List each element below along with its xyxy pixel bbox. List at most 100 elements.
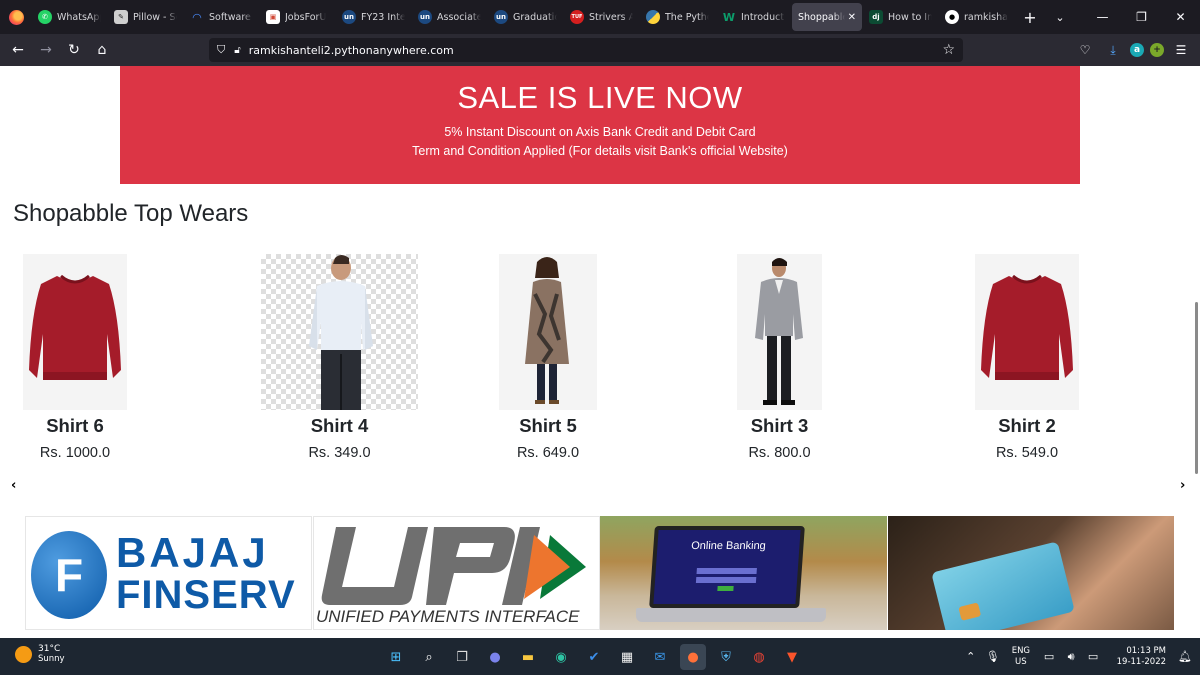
network-icon[interactable]: ▭ [1038, 650, 1060, 663]
edge-icon[interactable]: ◉ [548, 644, 574, 670]
todo-icon[interactable]: ✔ [581, 644, 607, 670]
toolbar-right: ♡ ⤓ a + ☰ [1074, 36, 1192, 64]
list-all-tabs-chevron-icon[interactable]: ⌄ [1045, 11, 1075, 24]
forward-arrow-icon[interactable]: → [32, 36, 60, 64]
upi-tagline: UNIFIED PAYMENTS INTERFACE [316, 607, 580, 626]
product-price: Rs. 1000.0 [39, 445, 111, 461]
carousel-prev-chevron-icon[interactable]: ‹ [11, 478, 16, 493]
weather-condition: Sunny [38, 654, 65, 664]
weather-widget[interactable]: 31°C Sunny [15, 644, 65, 664]
card-payment-photo [888, 516, 1174, 630]
page-content: SALE IS LIVE NOW 5% Instant Discount on … [0, 66, 1200, 638]
back-arrow-icon[interactable]: ← [4, 36, 32, 64]
brave-icon[interactable]: ▼ [779, 644, 805, 670]
product-name[interactable]: Shirt 4 [261, 415, 418, 437]
product-image[interactable] [499, 254, 597, 410]
tab-software[interactable]: ◠ Software Engineer [184, 3, 259, 31]
battery-icon[interactable]: ▭ [1082, 650, 1104, 663]
tab-associate[interactable]: un Associate [412, 3, 487, 31]
carousel-next-chevron-icon[interactable]: › [1180, 478, 1185, 493]
product-card[interactable]: Shirt 6 Rs. 1000.0 [23, 254, 127, 461]
login-button [717, 586, 734, 591]
home-icon[interactable]: ⌂ [88, 36, 116, 64]
section-title: Shopabble Top Wears [13, 200, 249, 227]
firefox-menu-icon[interactable] [0, 0, 32, 34]
product-price: Rs. 649.0 [516, 445, 580, 461]
page-scrollbar[interactable] [1195, 302, 1198, 474]
tab-strivers[interactable]: TUF Strivers A2Z [564, 3, 639, 31]
clock-time: 01:13 PM [1126, 645, 1167, 656]
show-hidden-icons-chevron-icon[interactable]: ⌃ [960, 650, 982, 663]
product-card[interactable]: Shirt 5 Rs. 649.0 [499, 254, 597, 461]
new-tab-button[interactable]: + [1015, 8, 1045, 27]
shield-icon[interactable]: ⛉ [217, 43, 225, 57]
unstop-icon: un [494, 10, 508, 24]
mail-icon[interactable]: ✉ [647, 644, 673, 670]
task-view-icon[interactable]: ❐ [449, 644, 475, 670]
address-bar[interactable]: ⛉ 🔓︎ ramkishanteli2.pythonanywhere.com ☆ [209, 38, 963, 62]
credit-card [931, 541, 1075, 630]
notification-bell-icon[interactable]: 🔔︎ [1178, 650, 1192, 663]
product-card[interactable]: Shirt 2 Rs. 549.0 [975, 254, 1079, 461]
downloads-icon[interactable]: ⤓ [1102, 36, 1124, 64]
jobs-icon: ▣ [266, 10, 280, 24]
url-text[interactable]: ramkishanteli2.pythonanywhere.com [249, 44, 454, 57]
product-name[interactable]: Shirt 2 [975, 415, 1079, 437]
reload-icon[interactable]: ↻ [60, 36, 88, 64]
product-card[interactable]: Shirt 4 Rs. 349.0 [261, 254, 418, 461]
tab-python[interactable]: The Python [640, 3, 715, 31]
tab-shoppable[interactable]: Shoppable ✕ [792, 3, 862, 31]
tab-whatsapp[interactable]: ✆ WhatsApp [32, 3, 107, 31]
close-window-icon[interactable]: ✕ [1161, 0, 1200, 34]
restore-icon[interactable]: ❐ [1122, 0, 1161, 34]
teams-chat-icon[interactable]: ● [482, 644, 508, 670]
product-name[interactable]: Shirt 3 [737, 415, 822, 437]
volume-icon[interactable]: 🔊︎ [1060, 650, 1082, 664]
pocket-icon[interactable]: ♡ [1074, 36, 1096, 64]
search-icon[interactable]: ⌕ [416, 644, 442, 670]
windows-start-icon[interactable]: ⊞ [383, 644, 409, 670]
language-indicator[interactable]: ENG US [1012, 646, 1030, 668]
bookmark-star-icon[interactable]: ☆ [942, 42, 955, 58]
temperature: 31°C [38, 644, 61, 654]
product-name[interactable]: Shirt 5 [499, 415, 597, 437]
taskbar-apps: ⊞ ⌕ ❐ ● ▬ ◉ ✔ ▦ ✉ ● ⛨ ◍ ▼ [383, 644, 805, 670]
browser-tab-strip: ✆ WhatsApp ✎ Pillow - Segment ◠ Software… [0, 0, 1200, 34]
tab-close-icon[interactable]: ✕ [845, 12, 856, 23]
tab-jobsforu[interactable]: ▣ JobsForU [260, 3, 335, 31]
django-icon: dj [869, 10, 883, 24]
product-image[interactable] [23, 254, 127, 410]
product-image[interactable] [261, 254, 418, 410]
language-code: ENG [1011, 645, 1031, 656]
card-chip-icon [958, 602, 982, 621]
product-image[interactable] [737, 254, 822, 410]
menu-hamburger-icon[interactable]: ☰ [1170, 36, 1192, 64]
vscode-shield-icon[interactable]: ⛨ [713, 644, 739, 670]
tab-pillow[interactable]: ✎ Pillow - Segment [108, 3, 183, 31]
tab-github[interactable]: ● ramkishanteli [939, 3, 1014, 31]
extension-icon[interactable]: + [1150, 43, 1164, 57]
sale-banner: SALE IS LIVE NOW 5% Instant Discount on … [120, 66, 1080, 184]
firefox-taskbar-icon[interactable]: ● [680, 644, 706, 670]
microphone-icon[interactable]: 🎙︎ [982, 650, 1004, 663]
product-image[interactable] [975, 254, 1079, 410]
store-icon[interactable]: ▦ [614, 644, 640, 670]
chrome-icon[interactable]: ◍ [746, 644, 772, 670]
minimize-icon[interactable]: — [1083, 0, 1122, 34]
lock-warning-icon[interactable]: 🔓︎ [234, 45, 240, 56]
file-explorer-icon[interactable]: ▬ [515, 644, 541, 670]
clock[interactable]: 01:13 PM 19-11-2022 [1116, 646, 1166, 668]
software-icon: ◠ [192, 10, 202, 24]
bajaj-wordmark-line2: FINSERV [116, 573, 296, 617]
tab-how-to-install[interactable]: dj How to Install [863, 3, 938, 31]
account-icon[interactable]: a [1130, 43, 1144, 57]
product-card[interactable]: Shirt 3 Rs. 800.0 [737, 254, 822, 461]
laptop-screen: Online Banking [649, 526, 805, 608]
tab-fy23[interactable]: un FY23 Internship [336, 3, 411, 31]
product-price: Rs. 549.0 [995, 445, 1059, 461]
python-icon [646, 10, 660, 24]
tab-graduation[interactable]: un Graduation [488, 3, 563, 31]
product-price: Rs. 800.0 [748, 445, 811, 461]
product-name[interactable]: Shirt 6 [23, 415, 127, 437]
tab-introduction[interactable]: W Introduction [716, 3, 791, 31]
